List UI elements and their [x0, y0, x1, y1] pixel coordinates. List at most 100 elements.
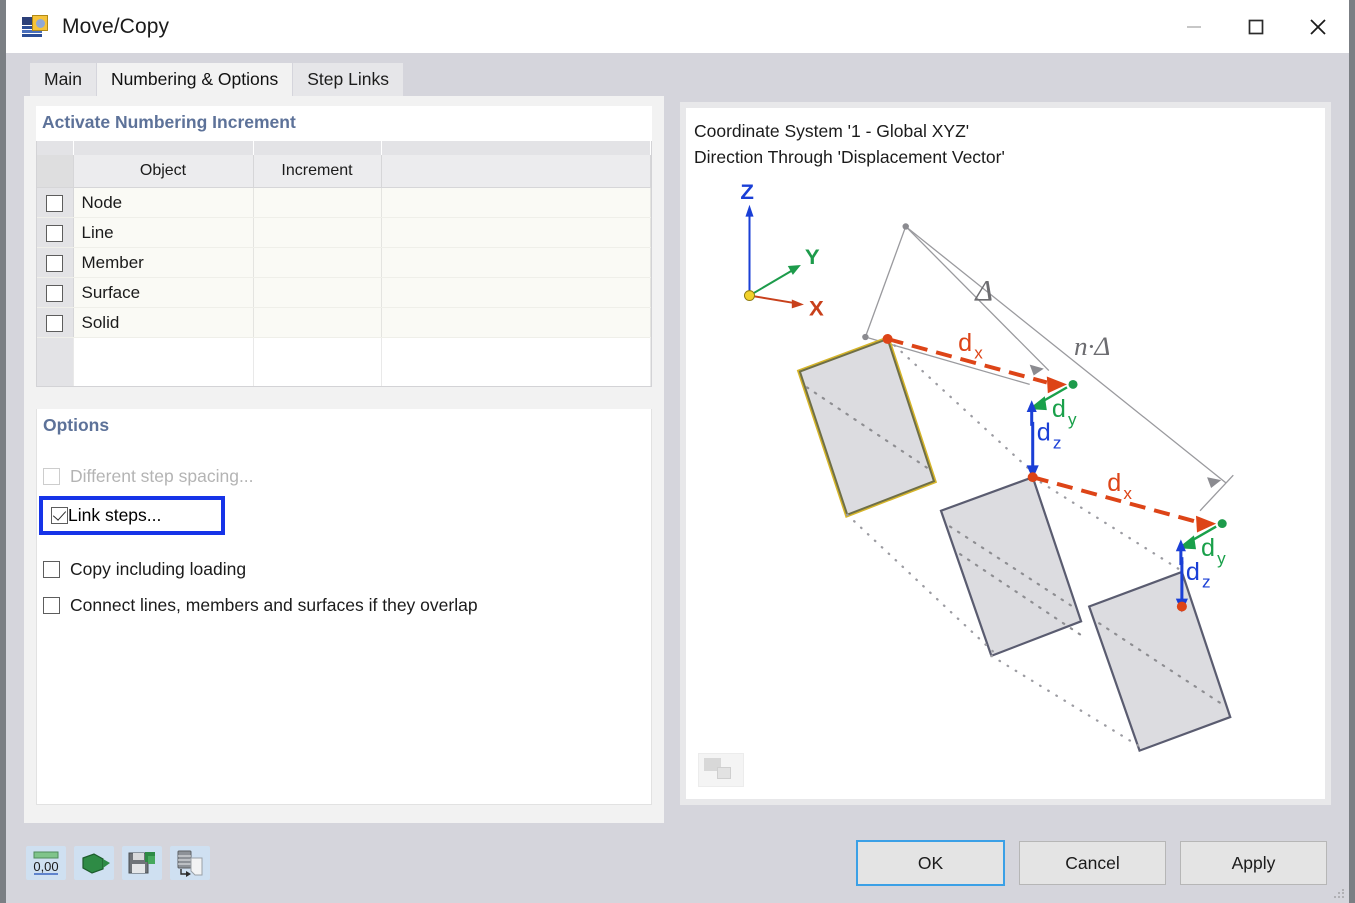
label-dy-1-sub: y [1068, 410, 1077, 429]
checkbox-different-step-spacing [43, 467, 60, 485]
label-dz-2: d [1186, 558, 1200, 586]
row-checkbox-node[interactable] [37, 187, 74, 218]
table-row[interactable]: Member [37, 247, 651, 278]
footer-buttons: OK Cancel Apply [856, 840, 1327, 886]
cancel-button[interactable]: Cancel [1019, 841, 1166, 885]
tab-main[interactable]: Main [30, 63, 96, 96]
dialog-content: Activate Numbering Increment Object Incr… [6, 96, 1349, 823]
preview-pane: Coordinate System '1 - Global XYZ' Direc… [680, 102, 1331, 805]
row-increment-line[interactable] [253, 217, 382, 248]
table-row[interactable]: Solid [37, 307, 651, 338]
tab-step-links[interactable]: Step Links [293, 63, 403, 96]
label-dz-1: d [1037, 419, 1051, 447]
row-blank-member [381, 247, 651, 278]
maximize-icon[interactable] [1225, 0, 1287, 53]
option-link-steps-highlight[interactable]: Link steps... [39, 496, 226, 535]
row-label-solid: Solid [73, 307, 254, 338]
column-header-blank [381, 155, 651, 188]
numbering-table: Object Increment Node Line Member Surfac… [36, 141, 652, 387]
column-header-check [37, 155, 74, 188]
checkbox-link-steps[interactable] [51, 507, 68, 524]
units-settings-icon[interactable]: 0,00 [26, 846, 66, 880]
row-checkbox-solid[interactable] [37, 307, 74, 338]
image-placeholder-icon[interactable] [698, 753, 744, 787]
table-row[interactable]: Surface [37, 277, 651, 308]
checkbox-node[interactable] [46, 194, 64, 212]
row-label-node: Node [73, 187, 254, 218]
table-empty-row [37, 337, 651, 386]
move-copy-icon [22, 14, 48, 39]
option-different-step-spacing: Different step spacing... [43, 458, 651, 494]
label-dz-1-sub: z [1053, 434, 1062, 453]
resize-grip[interactable] [1334, 889, 1344, 899]
checkbox-connect-overlapping[interactable] [43, 596, 60, 614]
row-blank-surface [381, 277, 651, 308]
axis-label-z: Z [740, 179, 754, 204]
window-title: Move/Copy [62, 14, 170, 38]
checkbox-copy-including-loading[interactable] [43, 560, 60, 578]
table-header-row: Object Increment [37, 155, 651, 188]
label-dz-2-sub: z [1202, 573, 1211, 592]
row-checkbox-member[interactable] [37, 247, 74, 278]
ok-button[interactable]: OK [856, 840, 1005, 886]
option-connect-overlapping[interactable]: Connect lines, members and surfaces if t… [43, 587, 651, 623]
move-copy-diagram: Δ n·Δ d x d y d z d x d y d z Z Y X [740, 179, 1234, 753]
dialog-footer: 0,00 OK Cancel Apply [6, 823, 1349, 903]
table-filter-row [37, 141, 651, 155]
table-row[interactable]: Node [37, 187, 651, 218]
option-label-different-step-spacing: Different step spacing... [70, 465, 254, 486]
row-checkbox-surface[interactable] [37, 277, 74, 308]
row-blank-node [381, 187, 651, 218]
surface-original [796, 335, 938, 518]
option-copy-including-loading[interactable]: Copy including loading [43, 551, 651, 587]
preview-canvas[interactable]: Coordinate System '1 - Global XYZ' Direc… [686, 108, 1325, 799]
label-dx-1: d [958, 329, 972, 357]
tab-numbering-and-options[interactable]: Numbering & Options [96, 63, 293, 96]
row-label-line: Line [73, 217, 254, 248]
surface-copy-1 [939, 475, 1083, 658]
title-bar: Move/Copy [6, 0, 1349, 53]
checkbox-surface[interactable] [46, 284, 64, 302]
numbering-group-header: Activate Numbering Increment [36, 106, 652, 141]
units-label: 0,00 [33, 859, 58, 874]
view-mode-icon[interactable] [74, 846, 114, 880]
close-icon[interactable] [1287, 0, 1349, 53]
minimize-icon[interactable] [1163, 0, 1225, 53]
label-dy-1: d [1052, 395, 1066, 423]
row-blank-solid [381, 307, 651, 338]
footer-toolbar: 0,00 [26, 846, 210, 880]
apply-button[interactable]: Apply [1180, 841, 1327, 885]
row-checkbox-line[interactable] [37, 217, 74, 248]
label-delta: Δ [974, 275, 993, 308]
checkbox-member[interactable] [46, 254, 64, 272]
row-increment-surface[interactable] [253, 277, 382, 308]
row-blank-line [381, 217, 651, 248]
row-increment-solid[interactable] [253, 307, 382, 338]
surface-copy-2 [1087, 570, 1232, 753]
window-controls [1163, 0, 1349, 53]
label-dy-2: d [1201, 534, 1215, 562]
options-group: Options Different step spacing... Link s… [36, 409, 652, 805]
numbering-increment-group: Activate Numbering Increment Object Incr… [36, 106, 652, 387]
label-dx-1-sub: x [974, 344, 983, 363]
options-list: Different step spacing... Link steps... … [37, 444, 651, 623]
move-copy-dialog: Move/Copy Main Numbering & Options Step … [0, 0, 1355, 903]
checkbox-line[interactable] [46, 224, 64, 242]
column-header-increment: Increment [253, 155, 382, 188]
table-row[interactable]: Line [37, 217, 651, 248]
axis-label-y: Y [805, 244, 820, 269]
checkbox-solid[interactable] [46, 314, 64, 332]
row-label-surface: Surface [73, 277, 254, 308]
row-increment-node[interactable] [253, 187, 382, 218]
save-settings-icon[interactable] [122, 846, 162, 880]
row-increment-member[interactable] [253, 247, 382, 278]
axes-triad [743, 204, 804, 309]
axis-label-x: X [809, 296, 824, 321]
row-label-member: Member [73, 247, 254, 278]
options-group-header: Options [37, 409, 651, 444]
import-settings-icon[interactable] [170, 846, 210, 880]
tab-strip: Main Numbering & Options Step Links [6, 53, 1349, 96]
diagram-labels: Δ n·Δ [974, 275, 1110, 361]
option-label-connect-overlapping: Connect lines, members and surfaces if t… [70, 594, 478, 615]
left-pane: Activate Numbering Increment Object Incr… [24, 96, 664, 823]
